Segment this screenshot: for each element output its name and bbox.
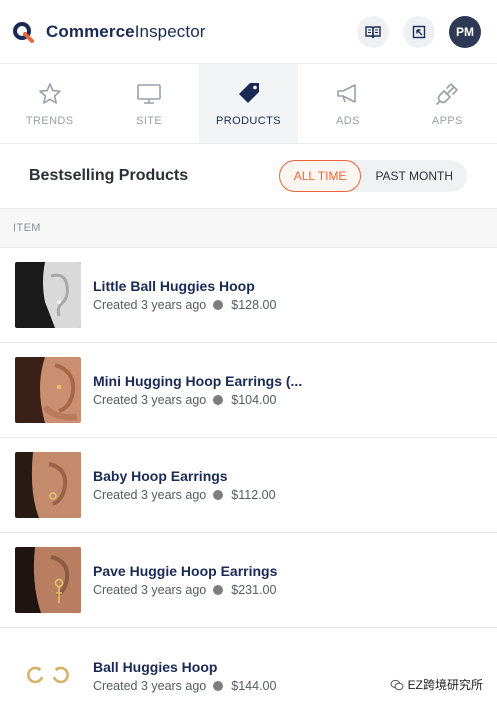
product-thumbnail <box>15 547 81 613</box>
product-title[interactable]: Mini Hugging Hoop Earrings (... <box>93 373 302 389</box>
created-text: Created 3 years ago <box>93 393 207 407</box>
tag-icon <box>238 82 259 103</box>
product-title[interactable]: Little Ball Huggies Hoop <box>93 278 276 294</box>
product-row[interactable]: Mini Hugging Hoop Earrings (... Created … <box>0 343 497 438</box>
product-row[interactable]: Pave Huggie Hoop Earrings Created 3 year… <box>0 533 497 628</box>
product-thumbnail <box>15 262 81 328</box>
product-row[interactable]: Baby Hoop Earrings Created 3 years ago $1… <box>0 438 497 533</box>
product-list: Little Ball Huggies Hoop Created 3 years… <box>0 248 497 707</box>
product-title[interactable]: Ball Huggies Hoop <box>93 659 276 675</box>
price: $144.00 <box>231 678 277 693</box>
section-header: Bestselling Products ALL TIME PAST MONTH <box>0 144 497 208</box>
column-header-item: ITEM <box>0 208 497 248</box>
price: $104.00 <box>231 393 277 407</box>
product-title[interactable]: Baby Hoop Earrings <box>93 468 276 484</box>
watermark-text: EZ跨境研究所 <box>407 678 483 692</box>
commerce-inspector-logo-icon <box>13 21 34 43</box>
past-month-button[interactable]: PAST MONTH <box>361 160 467 192</box>
tab-label: ADS <box>336 114 360 127</box>
tab-apps[interactable]: APPS <box>398 64 497 143</box>
brand-name: CommerceInspector <box>46 21 206 41</box>
tab-trends[interactable]: TRENDS <box>0 64 99 143</box>
section-title: Bestselling Products <box>29 167 189 184</box>
created-text: Created 3 years ago <box>93 488 207 502</box>
product-row[interactable]: Little Ball Huggies Hoop Created 3 years… <box>0 248 497 343</box>
tab-label: APPS <box>431 114 463 127</box>
tab-site[interactable]: SITE <box>99 64 198 143</box>
wechat-icon <box>390 679 404 690</box>
separator-dot <box>213 300 224 310</box>
tab-label: SITE <box>136 114 163 127</box>
open-external-button[interactable] <box>403 15 435 48</box>
tab-label: PRODUCTS <box>216 114 281 127</box>
product-thumbnail <box>15 452 81 518</box>
product-row[interactable]: Ball Huggies Hoop Created 3 years ago $14… <box>0 628 497 707</box>
separator-dot <box>213 680 224 691</box>
price: $128.00 <box>231 298 277 312</box>
tab-products[interactable]: PRODUCTS <box>198 64 299 143</box>
created-text: Created 3 years ago <box>93 678 207 693</box>
star-icon <box>38 82 61 104</box>
monitor-icon <box>137 83 161 104</box>
separator-dot <box>213 585 224 595</box>
guide-button[interactable] <box>357 15 389 48</box>
main-nav: TRENDS SITE PRODUCTS ADS APPS <box>0 64 497 144</box>
separator-dot <box>213 490 224 500</box>
price: $231.00 <box>231 583 277 597</box>
all-time-button[interactable]: ALL TIME <box>278 160 362 192</box>
book-icon <box>365 25 381 38</box>
product-thumbnail <box>15 642 81 707</box>
price: $112.00 <box>231 488 276 502</box>
product-title[interactable]: Pave Huggie Hoop Earrings <box>93 563 277 579</box>
logo[interactable]: CommerceInspector <box>12 21 206 43</box>
separator-dot <box>213 395 224 405</box>
megaphone-icon <box>337 83 356 103</box>
time-range-toggle: ALL TIME PAST MONTH <box>278 160 467 192</box>
watermark: EZ跨境研究所 <box>390 676 483 693</box>
app-header: CommerceInspector PM <box>0 0 497 64</box>
tab-ads[interactable]: ADS <box>298 64 397 143</box>
product-thumbnail <box>15 357 81 423</box>
open-external-icon <box>412 25 426 38</box>
plug-icon <box>436 82 459 105</box>
tab-label: TRENDS <box>25 114 74 127</box>
user-avatar[interactable]: PM <box>449 15 481 48</box>
created-text: Created 3 years ago <box>93 298 207 312</box>
created-text: Created 3 years ago <box>93 583 207 597</box>
